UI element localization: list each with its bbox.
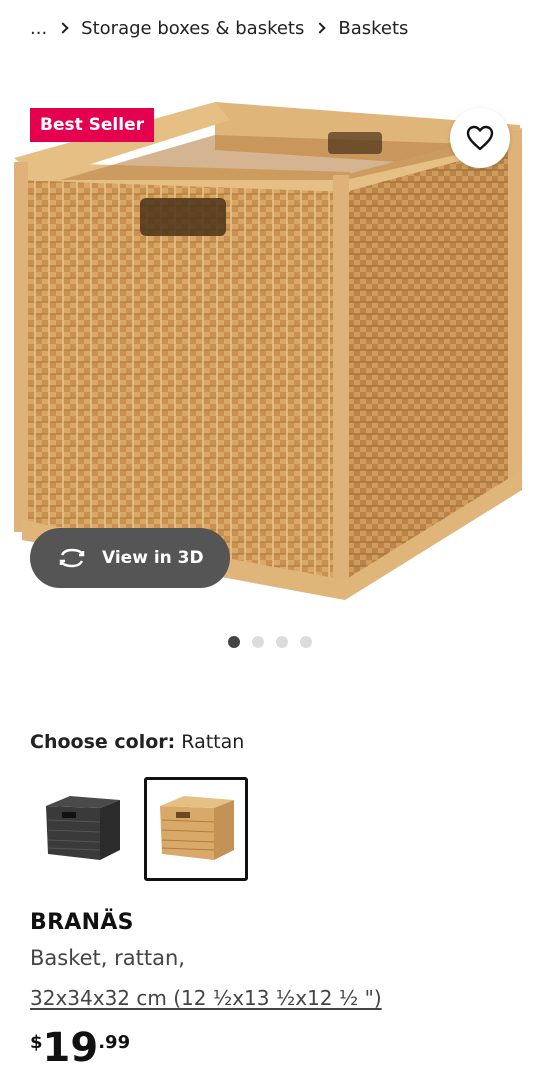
rotate-3d-icon — [56, 547, 88, 569]
selected-color-value: Rattan — [181, 731, 245, 753]
choose-color-label: Choose color: — [30, 731, 176, 753]
carousel-indicator — [0, 636, 540, 648]
product-description: Basket, rattan, — [30, 946, 185, 970]
chevron-right-icon — [57, 22, 69, 34]
breadcrumb-item-baskets[interactable]: Baskets — [338, 18, 408, 39]
product-page: ... Storage boxes & baskets Baskets Best… — [0, 0, 540, 1092]
chevron-right-icon — [314, 22, 327, 34]
swatch-rattan[interactable] — [144, 777, 248, 881]
breadcrumb: ... Storage boxes & baskets Baskets — [30, 14, 530, 42]
color-chooser-label: Choose color: Rattan — [30, 731, 244, 753]
color-swatches — [30, 777, 248, 881]
price-currency: $ — [30, 1032, 43, 1053]
breadcrumb-ellipsis[interactable]: ... — [30, 18, 47, 39]
product-name: BRANÄS — [30, 910, 134, 935]
dark-gray-basket-thumbnail — [46, 796, 120, 860]
best-seller-badge: Best Seller — [30, 108, 154, 142]
heart-icon — [466, 125, 494, 151]
view-in-3d-label: View in 3D — [102, 548, 204, 568]
favorite-button[interactable] — [450, 108, 510, 168]
carousel-dot-4[interactable] — [300, 636, 312, 648]
price-decimal: .99 — [98, 1032, 131, 1053]
carousel-dot-3[interactable] — [276, 636, 288, 648]
view-in-3d-button[interactable]: View in 3D — [30, 528, 230, 588]
carousel-dot-1[interactable] — [228, 636, 240, 648]
price-integer: 19 — [42, 1025, 99, 1071]
product-size-link[interactable]: 32x34x32 cm (12 ½x13 ½x12 ½ ") — [30, 986, 382, 1010]
swatch-dark-gray[interactable] — [30, 777, 134, 881]
breadcrumb-item-storage[interactable]: Storage boxes & baskets — [81, 18, 304, 39]
carousel-dot-2[interactable] — [252, 636, 264, 648]
rattan-basket-thumbnail — [160, 796, 234, 860]
product-price: $ 19 .99 — [30, 1026, 130, 1070]
